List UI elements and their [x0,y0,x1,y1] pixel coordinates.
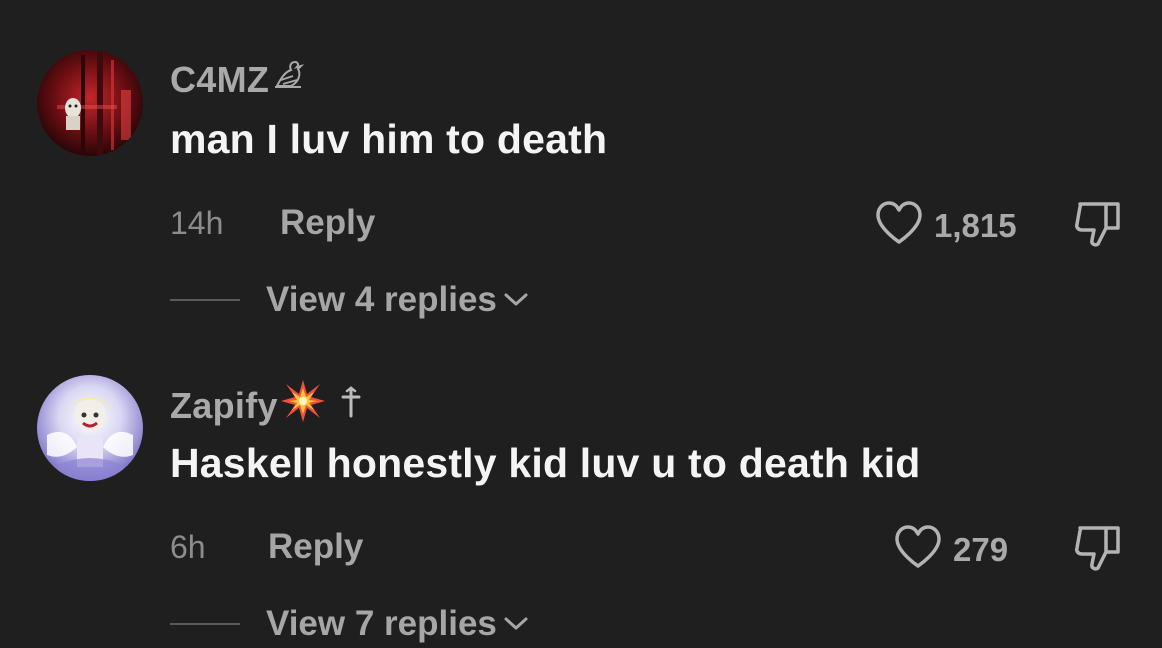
collision-emoji-icon [280,378,326,433]
username[interactable]: Zapify [170,378,362,433]
timestamp: 6h [170,529,206,565]
thumbs-down-icon [1072,526,1126,578]
username-text: Zapify [170,384,278,426]
like-count: 1,815 [934,206,1017,244]
timestamp: 14h [170,205,224,241]
like-button[interactable]: 1,815 [874,200,1017,251]
comment-text: man I luv him to death [170,116,608,162]
view-replies-label: View 7 replies [266,604,497,643]
reply-button[interactable]: Reply [280,203,375,243]
dislike-button[interactable] [1072,198,1126,250]
avatar[interactable] [37,375,143,481]
cross-icon [340,385,362,427]
comment-text: Haskell honestly kid luv u to death kid [170,440,921,486]
avatar[interactable] [37,50,143,156]
like-button[interactable]: 279 [893,524,1008,575]
view-replies-label: View 4 replies [266,280,497,319]
like-count: 279 [953,530,1009,568]
bird-icon [271,56,309,103]
view-replies-button[interactable]: View 4 replies [170,280,529,320]
divider-line [170,299,240,301]
dislike-button[interactable] [1072,522,1126,574]
thumbs-down-icon [1072,202,1126,254]
chevron-down-icon [503,616,529,637]
username[interactable]: C4MZ [170,56,309,103]
username-text: C4MZ [170,58,270,100]
heart-icon [893,524,943,575]
chevron-down-icon [503,292,529,313]
reply-button[interactable]: Reply [268,527,363,567]
view-replies-button[interactable]: View 7 replies [170,604,529,644]
divider-line [170,623,240,625]
heart-icon [874,200,924,251]
